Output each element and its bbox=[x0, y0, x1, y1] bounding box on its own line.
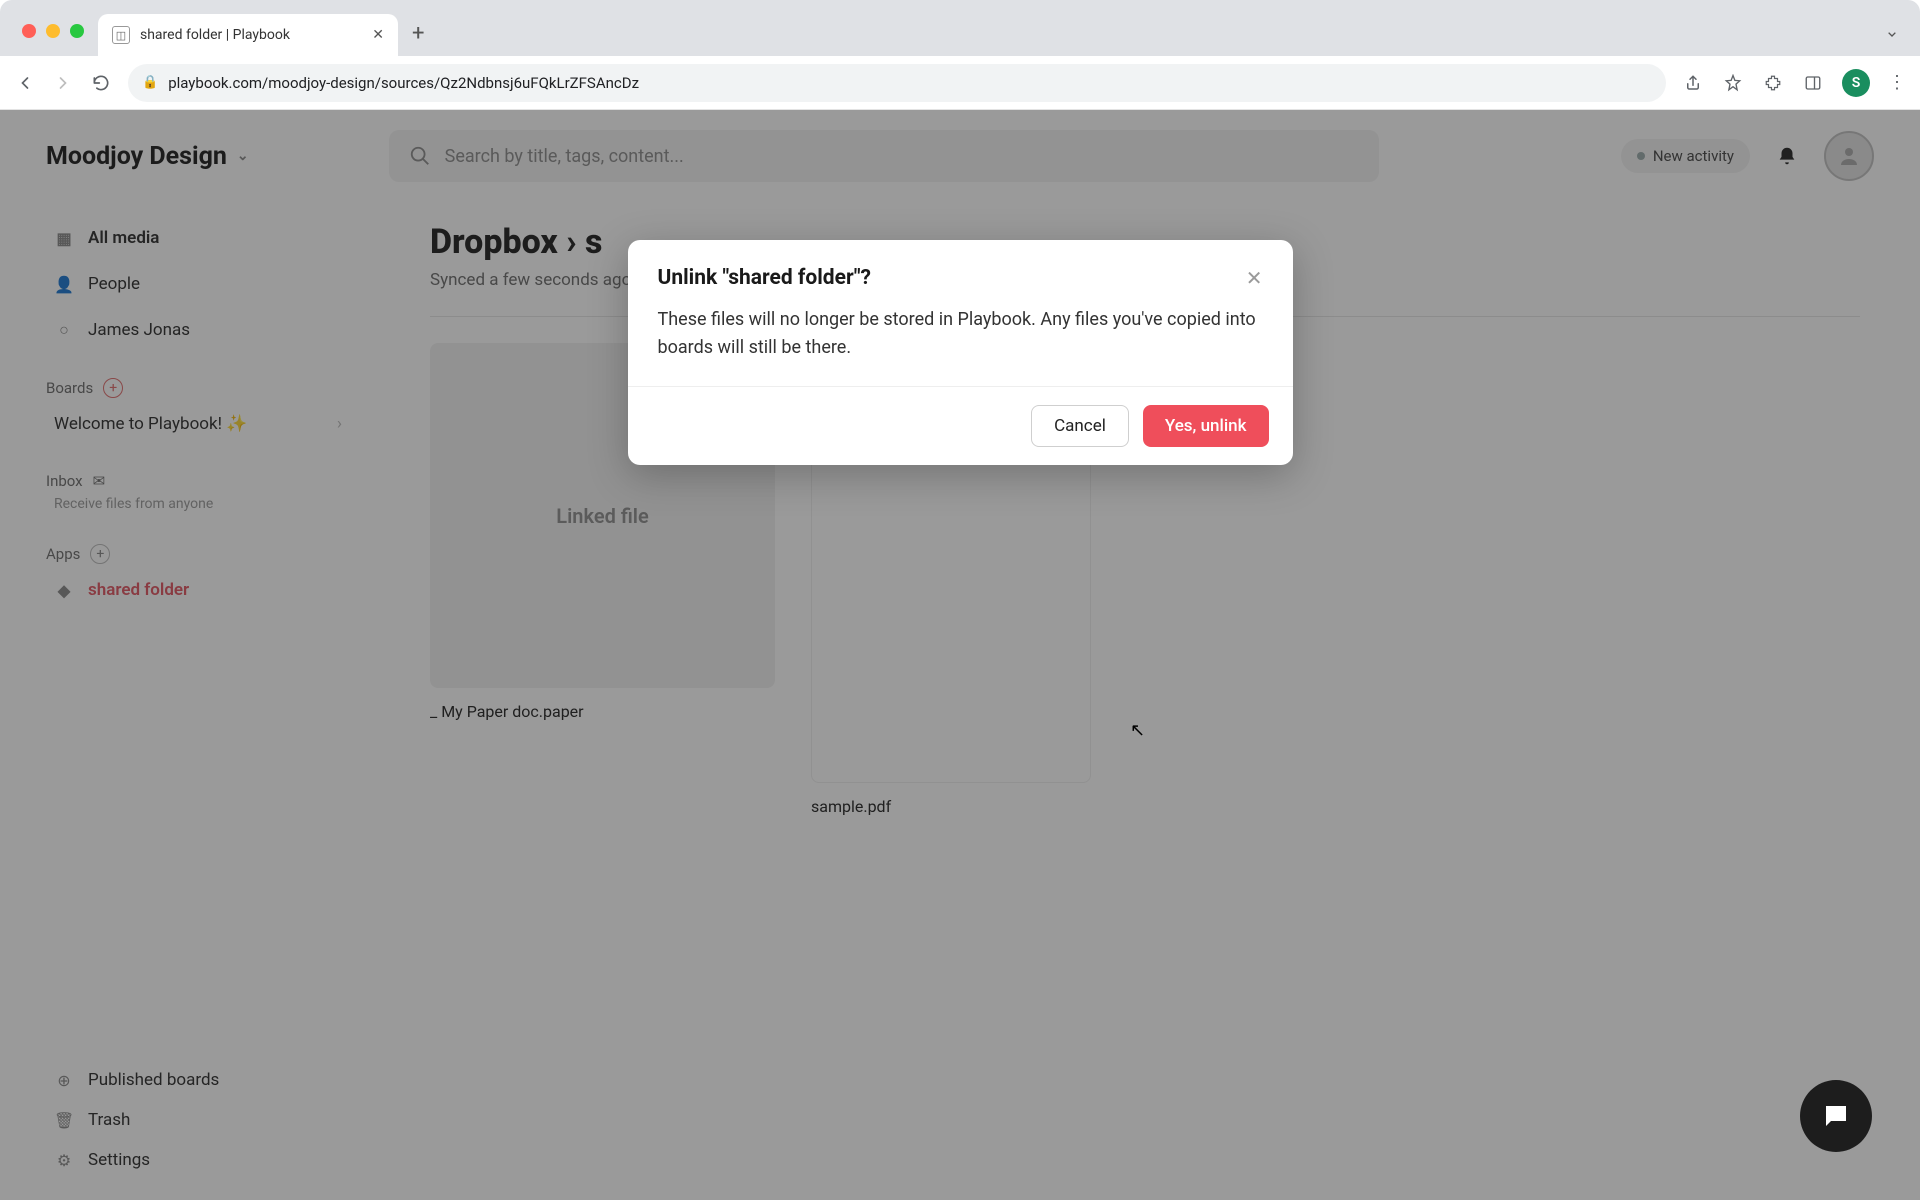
tab-favicon-icon: ◫ bbox=[112, 26, 130, 44]
browser-menu-icon[interactable]: ⋮ bbox=[1888, 72, 1906, 93]
close-icon[interactable]: ✕ bbox=[1246, 266, 1263, 290]
new-tab-button[interactable]: + bbox=[412, 21, 424, 46]
chat-fab[interactable] bbox=[1800, 1080, 1872, 1152]
address-bar[interactable]: 🔒 playbook.com/moodjoy-design/sources/Qz… bbox=[128, 64, 1666, 102]
lock-icon: 🔒 bbox=[142, 75, 158, 90]
window-maximize-icon[interactable] bbox=[70, 24, 84, 38]
chat-icon bbox=[1821, 1101, 1851, 1131]
window-close-icon[interactable] bbox=[22, 24, 36, 38]
window-traffic-lights[interactable] bbox=[22, 24, 84, 38]
forward-button bbox=[52, 72, 74, 94]
unlink-modal: Unlink "shared folder"? ✕ These files wi… bbox=[628, 240, 1293, 465]
back-button[interactable] bbox=[14, 72, 36, 94]
tab-title: shared folder | Playbook bbox=[140, 27, 362, 43]
browser-toolbar: 🔒 playbook.com/moodjoy-design/sources/Qz… bbox=[0, 56, 1920, 110]
modal-overlay[interactable]: Unlink "shared folder"? ✕ These files wi… bbox=[0, 110, 1920, 1200]
browser-tab[interactable]: ◫ shared folder | Playbook ✕ bbox=[98, 14, 398, 56]
browser-tabstrip: ◫ shared folder | Playbook ✕ + bbox=[0, 0, 1920, 56]
tabs-overflow-icon[interactable] bbox=[1884, 26, 1900, 42]
bookmark-icon[interactable] bbox=[1722, 72, 1744, 94]
sidepanel-icon[interactable] bbox=[1802, 72, 1824, 94]
confirm-unlink-button[interactable]: Yes, unlink bbox=[1143, 405, 1269, 447]
tab-close-icon[interactable]: ✕ bbox=[372, 27, 384, 43]
modal-body: These files will no longer be stored in … bbox=[628, 298, 1293, 386]
modal-title: Unlink "shared folder"? bbox=[658, 266, 871, 290]
profile-avatar[interactable]: S bbox=[1842, 69, 1870, 97]
app-root: Moodjoy Design ⌄ Search by title, tags, … bbox=[0, 110, 1920, 1200]
reload-button[interactable] bbox=[90, 72, 112, 94]
url-text: playbook.com/moodjoy-design/sources/Qz2N… bbox=[168, 74, 639, 92]
share-icon[interactable] bbox=[1682, 72, 1704, 94]
extensions-icon[interactable] bbox=[1762, 72, 1784, 94]
cancel-button[interactable]: Cancel bbox=[1031, 405, 1129, 447]
window-minimize-icon[interactable] bbox=[46, 24, 60, 38]
